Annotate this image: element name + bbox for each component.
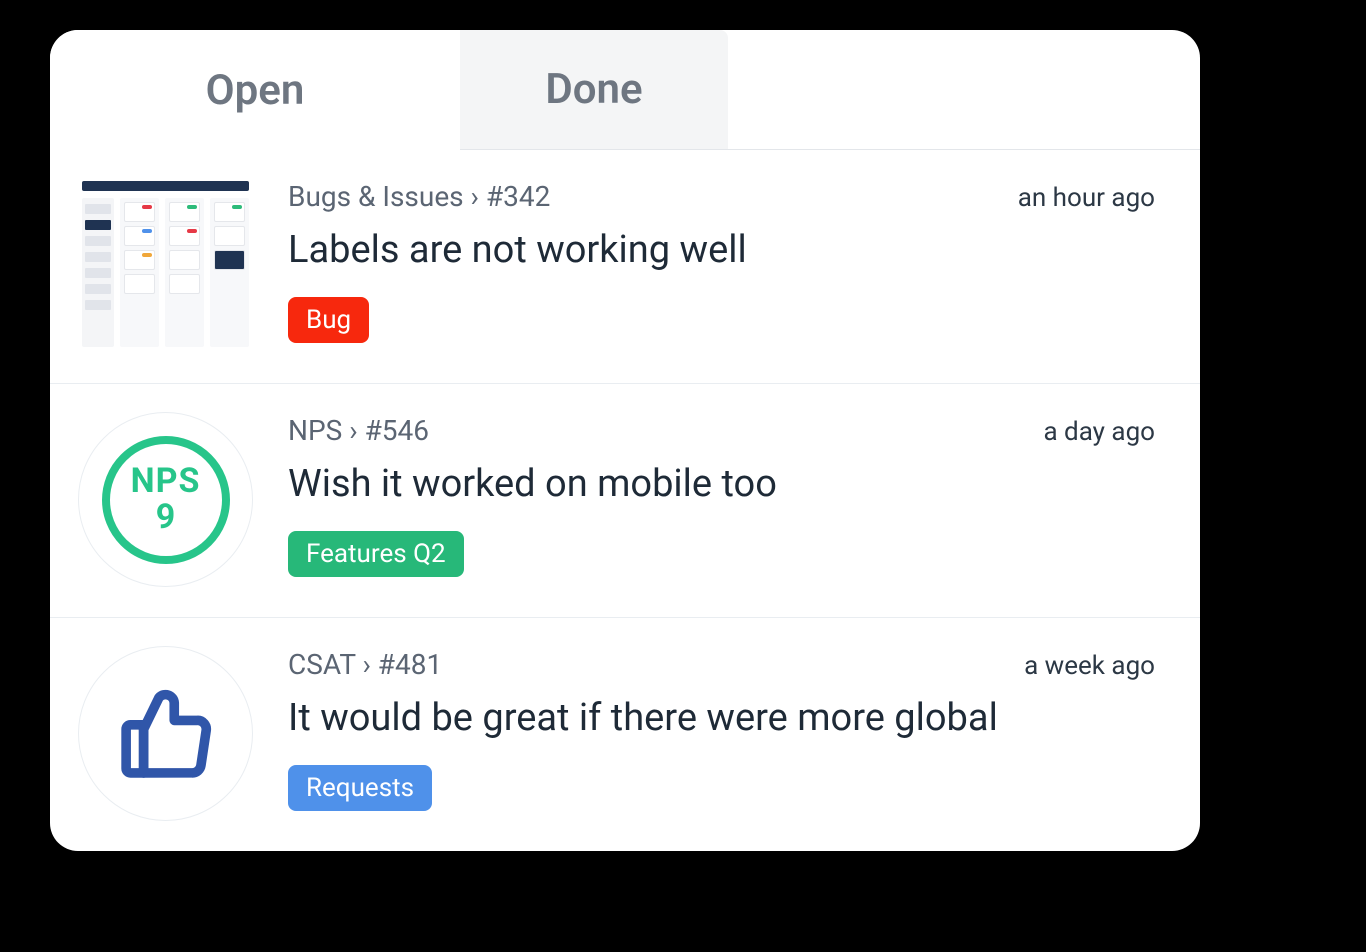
- item-tags: Bug: [288, 297, 1155, 343]
- item-title: It would be great if there were more glo…: [288, 695, 1155, 743]
- item-meta-row: NPS › #546 a day ago: [288, 414, 1155, 447]
- timestamp: an hour ago: [1018, 183, 1155, 213]
- item-body: Bugs & Issues › #342 an hour ago Labels …: [288, 178, 1155, 343]
- nps-score-badge-icon: NPS 9: [102, 436, 230, 564]
- item-thumbnail-screenshot: [78, 178, 253, 353]
- timestamp: a day ago: [1043, 417, 1155, 447]
- item-thumbnail-csat: [78, 646, 253, 821]
- item-title: Wish it worked on mobile too: [288, 461, 1155, 509]
- breadcrumb: Bugs & Issues › #342: [288, 180, 550, 213]
- tabs: Open Done: [50, 30, 1200, 150]
- tag-bug[interactable]: Bug: [288, 297, 369, 343]
- breadcrumb: NPS › #546: [288, 414, 429, 447]
- item-thumbnail-nps: NPS 9: [78, 412, 253, 587]
- item-body: CSAT › #481 a week ago It would be great…: [288, 646, 1155, 811]
- tab-spacer: [728, 30, 1200, 150]
- tab-done[interactable]: Done: [460, 30, 728, 150]
- nps-score: 9: [156, 500, 176, 536]
- item-tags: Requests: [288, 765, 1155, 811]
- tag-features-q2[interactable]: Features Q2: [288, 531, 464, 577]
- screenshot-icon: [78, 178, 253, 353]
- timestamp: a week ago: [1024, 651, 1155, 681]
- thumbs-up-icon: [113, 681, 218, 786]
- item-meta-row: CSAT › #481 a week ago: [288, 648, 1155, 681]
- list-item[interactable]: CSAT › #481 a week ago It would be great…: [50, 618, 1200, 851]
- tab-open[interactable]: Open: [50, 30, 460, 150]
- list-item[interactable]: NPS 9 NPS › #546 a day ago Wish it worke…: [50, 384, 1200, 618]
- feedback-card: Open Done: [50, 30, 1200, 851]
- item-title: Labels are not working well: [288, 227, 1155, 275]
- list-item[interactable]: Bugs & Issues › #342 an hour ago Labels …: [50, 150, 1200, 384]
- item-body: NPS › #546 a day ago Wish it worked on m…: [288, 412, 1155, 577]
- nps-label: NPS: [131, 464, 201, 500]
- item-tags: Features Q2: [288, 531, 1155, 577]
- item-meta-row: Bugs & Issues › #342 an hour ago: [288, 180, 1155, 213]
- tag-requests[interactable]: Requests: [288, 765, 432, 811]
- breadcrumb: CSAT › #481: [288, 648, 442, 681]
